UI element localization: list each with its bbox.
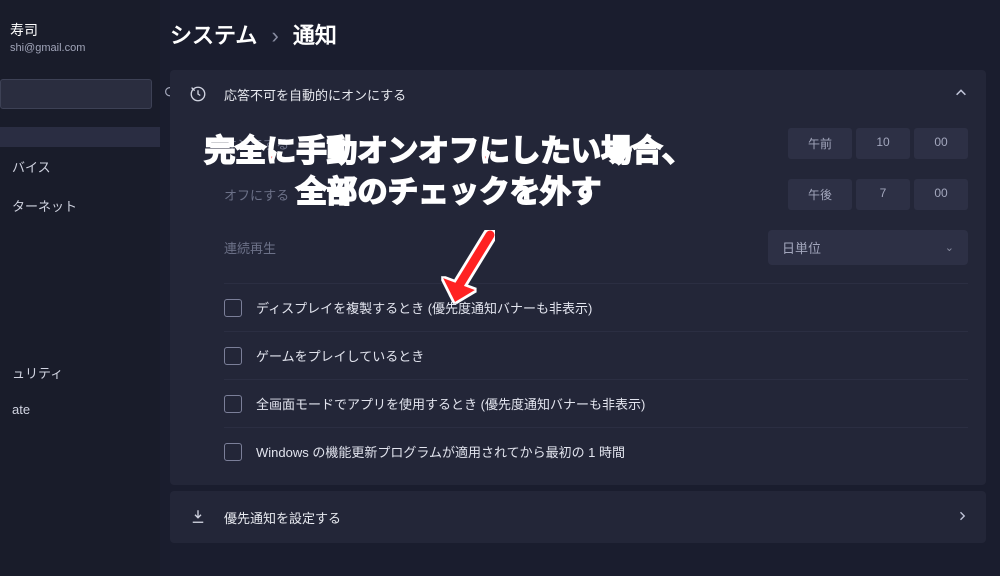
checkbox-game[interactable] xyxy=(224,347,242,365)
nav-list: バイス ターネット ュリティ ate xyxy=(0,127,160,427)
card-auto-dnd: 応答不可を自動的にオンにする オンにする 午前 10 00 オフにする 午後 7… xyxy=(170,70,986,485)
on-min[interactable]: 00 xyxy=(914,128,968,159)
check-label-update: Windows の機能更新プログラムが適用されてから最初の 1 時間 xyxy=(256,442,625,461)
off-hour[interactable]: 7 xyxy=(856,179,910,210)
checkbox-display[interactable] xyxy=(224,299,242,317)
breadcrumb-current: 通知 xyxy=(293,23,337,48)
nav-item-security[interactable]: ュリティ xyxy=(0,353,160,392)
nav-item-update[interactable]: ate xyxy=(0,392,160,427)
nav-item-5[interactable] xyxy=(0,289,160,321)
nav-item-3[interactable] xyxy=(0,225,160,257)
breadcrumb: システム › 通知 xyxy=(170,18,986,50)
card-auto-dnd-body: オンにする 午前 10 00 オフにする 午後 7 00 連続再生 日単位 xyxy=(170,118,986,485)
user-email: shi@gmail.com xyxy=(10,42,150,54)
check-row-game[interactable]: ゲームをプレイしているとき xyxy=(224,332,968,380)
row-repeat-label: 連続再生 xyxy=(224,238,768,257)
check-row-display[interactable]: ディスプレイを複製するとき (優先度通知バナーも非表示) xyxy=(224,284,968,332)
card-priority-title: 優先通知を設定する xyxy=(224,508,956,527)
on-hour[interactable]: 10 xyxy=(856,128,910,159)
priority-icon xyxy=(188,507,208,527)
row-off-label: オフにする xyxy=(224,185,788,204)
check-label-display: ディスプレイを複製するとき (優先度通知バナーも非表示) xyxy=(256,298,592,317)
dnd-icon xyxy=(188,84,208,104)
chevron-right-icon xyxy=(956,510,968,525)
main-content: システム › 通知 応答不可を自動的にオンにする オンにする 午前 10 00 xyxy=(170,18,986,543)
check-row-fullscreen[interactable]: 全画面モードでアプリを使用するとき (優先度通知バナーも非表示) xyxy=(224,380,968,428)
card-auto-dnd-title: 応答不可を自動的にオンにする xyxy=(224,85,954,104)
user-name: 寿司 xyxy=(10,20,150,40)
repeat-value: 日単位 xyxy=(782,238,821,257)
chevron-right-icon: › xyxy=(271,23,278,48)
repeat-select[interactable]: 日単位 ⌄ xyxy=(768,230,968,265)
row-off: オフにする 午後 7 00 xyxy=(224,169,968,220)
card-priority-header[interactable]: 優先通知を設定する xyxy=(170,491,986,543)
search-input[interactable] xyxy=(9,87,164,101)
on-ampm[interactable]: 午前 xyxy=(788,128,852,159)
off-ampm[interactable]: 午後 xyxy=(788,179,852,210)
sidebar: 寿司 shi@gmail.com バイス ターネット ュリティ ate xyxy=(0,0,160,576)
check-label-game: ゲームをプレイしているとき xyxy=(256,346,424,365)
breadcrumb-parent[interactable]: システム xyxy=(170,23,257,48)
check-row-update[interactable]: Windows の機能更新プログラムが適用されてから最初の 1 時間 xyxy=(224,428,968,475)
chevron-down-icon: ⌄ xyxy=(945,241,954,254)
off-min[interactable]: 00 xyxy=(914,179,968,210)
search-box[interactable] xyxy=(0,79,152,109)
user-block: 寿司 shi@gmail.com xyxy=(0,20,160,69)
nav-item-devices[interactable]: バイス xyxy=(0,147,160,186)
nav-item-4[interactable] xyxy=(0,257,160,289)
nav-item-system[interactable] xyxy=(0,127,160,147)
checkbox-fullscreen[interactable] xyxy=(224,395,242,413)
chevron-up-icon xyxy=(954,86,968,103)
row-repeat: 連続再生 日単位 ⌄ xyxy=(224,220,968,275)
card-auto-dnd-header[interactable]: 応答不可を自動的にオンにする xyxy=(170,70,986,118)
checkbox-update[interactable] xyxy=(224,443,242,461)
nav-item-6[interactable] xyxy=(0,321,160,353)
row-on-label: オンにする xyxy=(224,134,788,153)
checklist: ディスプレイを複製するとき (優先度通知バナーも非表示) ゲームをプレイしている… xyxy=(224,283,968,475)
nav-item-network[interactable]: ターネット xyxy=(0,186,160,225)
check-label-fullscreen: 全画面モードでアプリを使用するとき (優先度通知バナーも非表示) xyxy=(256,394,645,413)
row-on: オンにする 午前 10 00 xyxy=(224,118,968,169)
